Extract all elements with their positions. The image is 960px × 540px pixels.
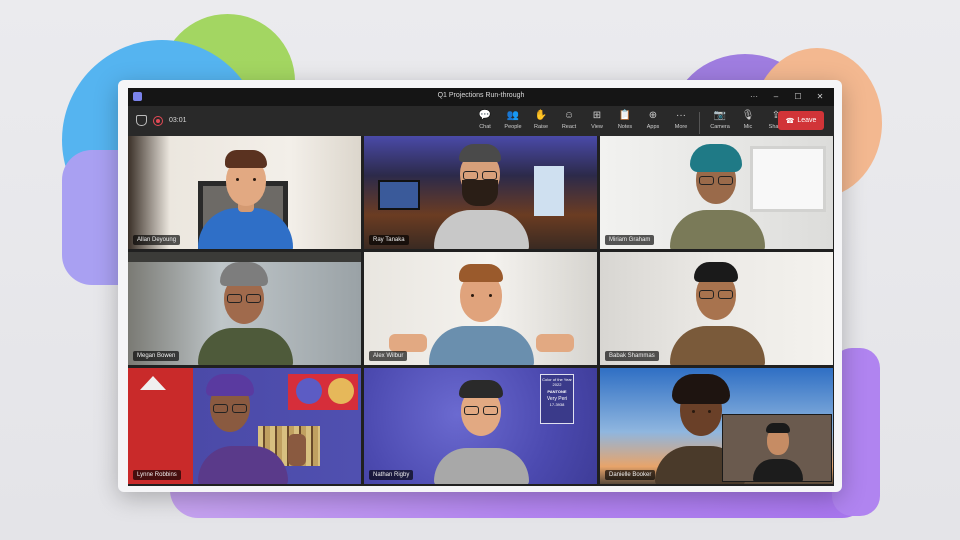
mic-icon: 🎙 (741, 110, 755, 121)
raise-label: Raise (533, 124, 549, 130)
people-icon: 👥 (506, 110, 520, 121)
pantone-poster: Color of the Year 2022 PANTONE Very Peri… (540, 374, 574, 424)
mic-label: Mic (743, 124, 753, 130)
notes-button[interactable]: 📋 Notes (611, 109, 639, 134)
notes-icon: 📋 (618, 110, 632, 121)
more-label: More (674, 124, 688, 130)
camera-button[interactable]: 📷 Camera (706, 109, 734, 134)
wall-art-circle (296, 378, 322, 404)
participant-name: Nathan Rigby (369, 470, 414, 480)
raise-hand-button[interactable]: ✋ Raise (527, 109, 555, 134)
toolbar-divider (699, 112, 700, 134)
apps-label: Apps (646, 124, 660, 130)
meeting-status: 03:01 (136, 115, 187, 126)
apps-icon: ⊕ (648, 110, 658, 121)
participant-name: Alex Wilbur (369, 351, 408, 361)
view-label: View (591, 124, 603, 130)
hand-icon: ✋ (534, 110, 548, 121)
participant-name: Ray Tanaka (369, 235, 409, 245)
more-button[interactable]: ··· More (667, 109, 695, 134)
poster-code: 17-3938 (549, 402, 565, 407)
wall-art-circle (328, 378, 354, 404)
react-label: React (561, 124, 577, 130)
participant-tile[interactable]: Allan Deyoung (128, 136, 361, 249)
video-grid: Allan Deyoung Ray Tanaka Miriam Graham M… (128, 136, 834, 486)
minimize-button[interactable]: – (766, 90, 786, 104)
leave-button[interactable]: ☎ Leave (778, 111, 824, 130)
tv-screen (378, 180, 420, 210)
meeting-title: Q1 Projections Run-through (437, 92, 525, 99)
participant-name: Lynne Robbins (133, 470, 181, 480)
poster-brand: PANTONE (547, 389, 567, 394)
chat-icon: 💬 (478, 110, 492, 121)
react-button[interactable]: ☺ React (555, 109, 583, 134)
meeting-window: Q1 Projections Run-through ··· – ☐ ✕ 03:… (128, 88, 834, 486)
participant-name: Allan Deyoung (133, 235, 181, 245)
title-bar: Q1 Projections Run-through ··· – ☐ ✕ (128, 88, 834, 106)
self-view-video[interactable] (722, 414, 832, 482)
smiley-icon: ☺ (563, 110, 575, 121)
participant-name: Danielle Booker (605, 470, 656, 480)
camera-off-icon: 📷 (713, 110, 727, 121)
maximize-button[interactable]: ☐ (788, 90, 808, 104)
apps-button[interactable]: ⊕ Apps (639, 109, 667, 134)
window-pane (534, 166, 564, 216)
recording-icon (153, 115, 163, 126)
leave-label: Leave (797, 117, 817, 124)
participant-name: Miriam Graham (605, 235, 655, 245)
people-button[interactable]: 👥 People (499, 109, 527, 134)
participant-tile[interactable]: Megan Bowen (128, 252, 361, 365)
chat-label: Chat (479, 124, 491, 130)
phone-hangup-icon: ☎ (785, 117, 795, 125)
self-avatar-body (753, 459, 803, 481)
notes-label: Notes (617, 124, 633, 130)
view-button[interactable]: ⊞ View (583, 109, 611, 134)
participant-tile[interactable]: Danielle Booker (600, 368, 833, 484)
participant-tile[interactable]: Alex Wilbur (364, 252, 597, 365)
window-pane (750, 146, 826, 212)
participant-name: Megan Bowen (133, 351, 180, 361)
more-window-button[interactable]: ··· (744, 90, 764, 104)
more-icon: ··· (676, 110, 686, 121)
chat-button[interactable]: 💬 Chat (471, 109, 499, 134)
window-controls: ··· – ☐ ✕ (744, 90, 830, 104)
participant-tile[interactable]: Ray Tanaka (364, 136, 597, 249)
participant-name: Babak Shammas (605, 351, 659, 361)
participant-tile[interactable]: Miriam Graham (600, 136, 833, 249)
toolbar-actions: 💬 Chat 👥 People ✋ Raise ☺ React ⊞ View 📋 (471, 109, 790, 134)
camera-label: Camera (710, 124, 730, 130)
ceiling-beam (128, 252, 361, 262)
participant-tile[interactable]: Color of the Year 2022 PANTONE Very Peri… (364, 368, 597, 484)
participant-tile-active[interactable]: Babak Shammas (600, 252, 833, 365)
meeting-toolbar: 03:01 💬 Chat 👥 People ✋ Raise ☺ React ⊞ … (128, 106, 834, 136)
poster-title: Color of the Year 2022 (542, 377, 572, 387)
grid-icon: ⊞ (592, 110, 602, 121)
mic-button[interactable]: 🎙 Mic (734, 109, 762, 134)
self-avatar-hair (766, 423, 790, 433)
people-label: People (504, 124, 522, 130)
close-button[interactable]: ✕ (810, 90, 830, 104)
shield-icon[interactable] (136, 115, 147, 126)
meeting-timer: 03:01 (169, 117, 187, 124)
participant-tile[interactable]: Lynne Robbins (128, 368, 361, 484)
